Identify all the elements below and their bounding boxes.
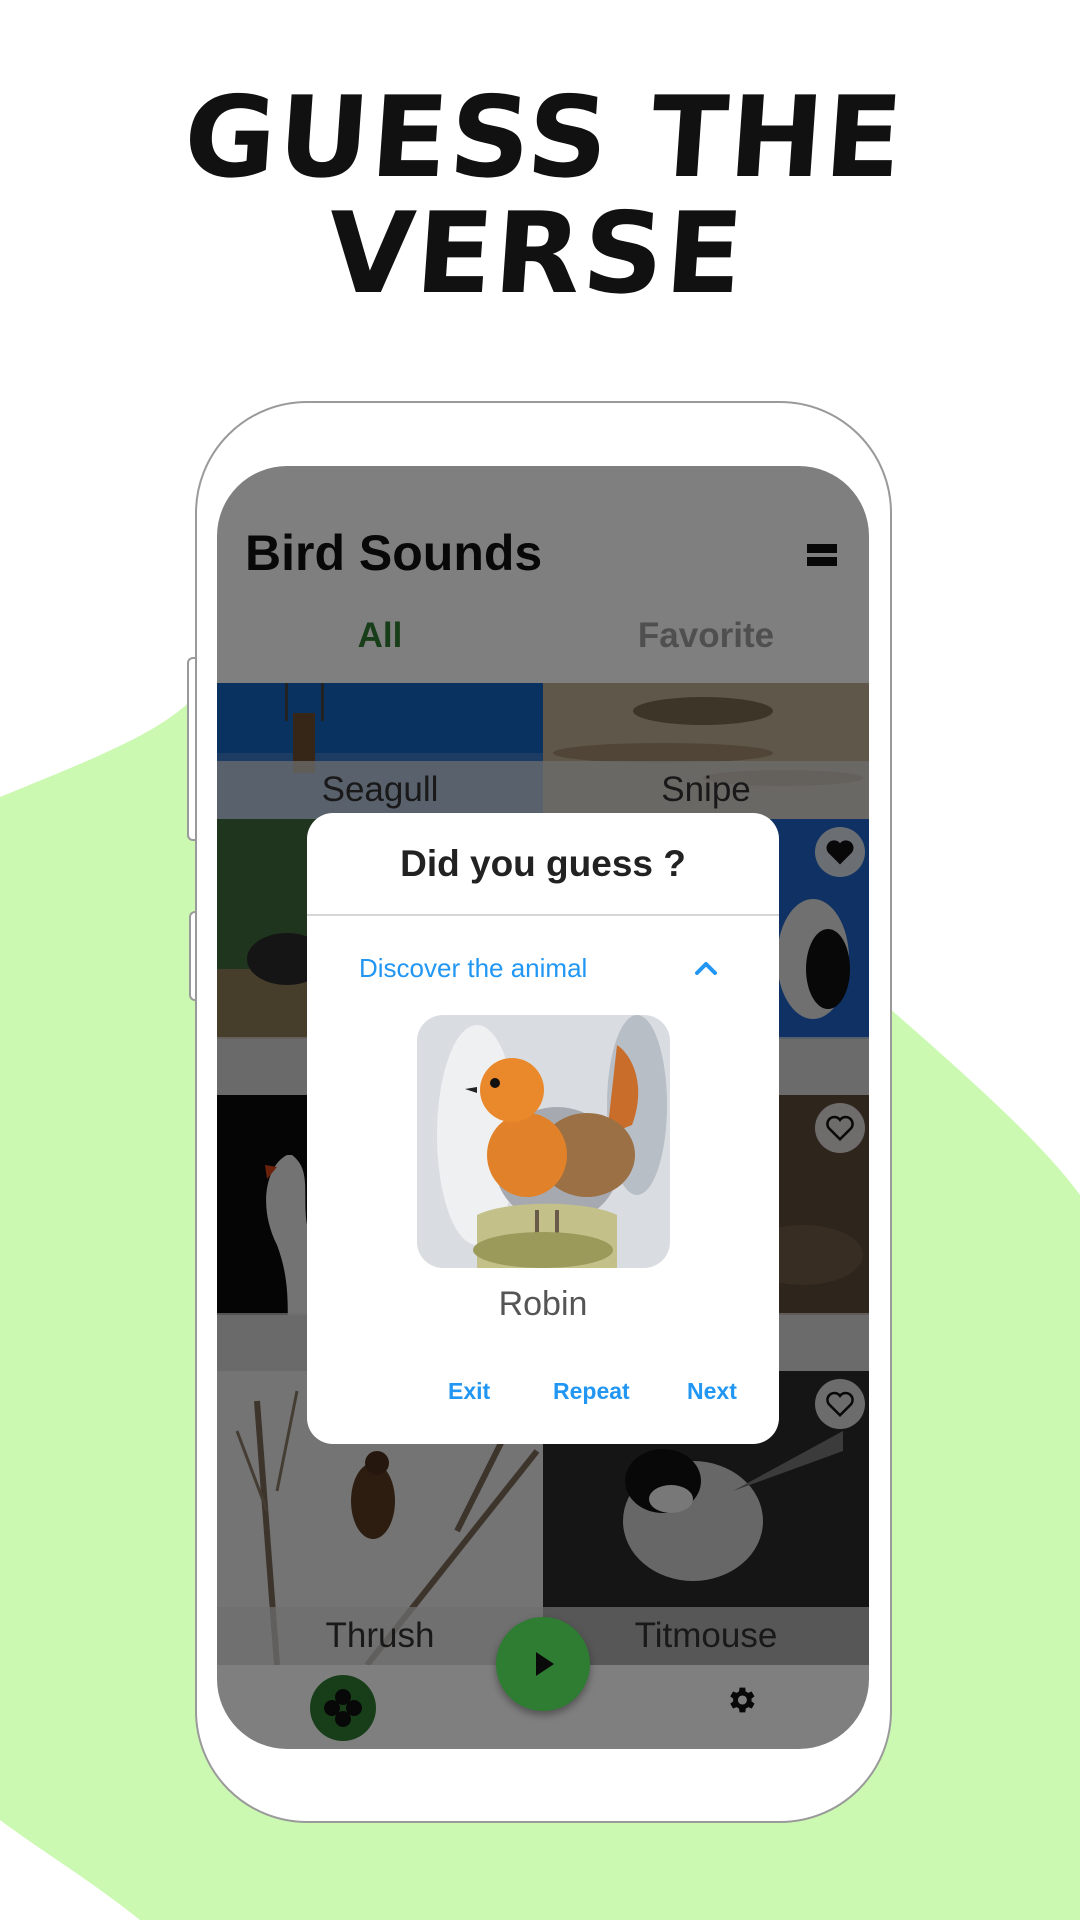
chevron-up-icon[interactable] [691, 956, 721, 980]
dialog-title: Did you guess ? [400, 843, 686, 884]
headline-line-1: GUESS THE [179, 73, 909, 203]
dialog-divider [307, 914, 779, 916]
guess-dialog: Did you guess ? Discover the animal Robi… [307, 813, 779, 1444]
discover-animal-toggle[interactable]: Discover the animal [359, 953, 587, 984]
headline-line-2: VERSE [323, 189, 749, 319]
play-icon [536, 1652, 554, 1676]
repeat-button[interactable]: Repeat [553, 1378, 630, 1405]
exit-button[interactable]: Exit [448, 1378, 490, 1405]
next-button[interactable]: Next [687, 1378, 737, 1405]
play-button[interactable] [496, 1617, 590, 1711]
headline: GUESS THE VERSE [0, 73, 1080, 319]
robin-image [417, 1015, 670, 1268]
animal-name: Robin [498, 1285, 588, 1323]
